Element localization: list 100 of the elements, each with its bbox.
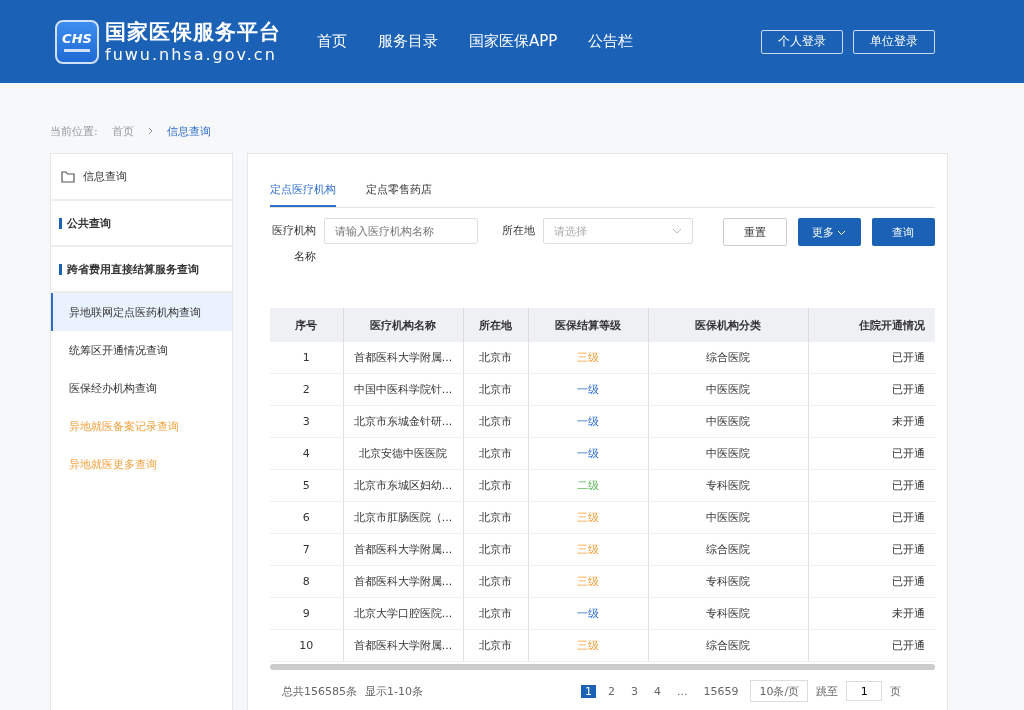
search-button[interactable]: 查询 — [871, 218, 935, 246]
table-cell: 北京安德中医医院 — [343, 437, 463, 470]
grade-text: 三级 — [577, 575, 599, 588]
table-cell: 北京市 — [463, 437, 528, 470]
table-cell: 10 — [270, 629, 343, 662]
login-button[interactable]: 个人登录 — [761, 29, 843, 54]
column-header: 序号 — [270, 308, 343, 342]
table-cell: 北京市 — [463, 373, 528, 406]
table-cell: 北京市 — [463, 342, 528, 374]
grade-text: 三级 — [577, 543, 599, 556]
table-cell: 专科医院 — [648, 597, 808, 630]
page-button[interactable]: 4 — [649, 684, 665, 698]
jump-label: 跳至 — [816, 683, 839, 699]
more-button[interactable]: 更多 — [797, 218, 861, 246]
table-cell: 已开通 — [808, 373, 935, 406]
table-cell: 北京大学口腔医院... — [343, 597, 463, 630]
sidebar-item[interactable]: 医保经办机构查询 — [51, 369, 232, 407]
table-cell: 7 — [270, 533, 343, 566]
table-cell: 已开通 — [808, 629, 935, 662]
range-text: 显示1-10条 — [365, 683, 423, 699]
grade-text: 三级 — [577, 511, 599, 524]
tab[interactable]: 定点医疗机构 — [270, 176, 336, 207]
column-header: 医疗机构名称 — [343, 308, 463, 342]
breadcrumb-prefix: 当前位置: — [50, 123, 98, 139]
logo-mark: CHS — [62, 31, 92, 46]
table-cell: 北京市 — [463, 501, 528, 534]
table-cell: 专科医院 — [648, 565, 808, 598]
grade-text: 三级 — [577, 351, 599, 364]
grade-text: 一级 — [577, 607, 599, 620]
table-cell: 北京市 — [463, 629, 528, 662]
chevron-down-icon — [672, 228, 683, 234]
nav-link[interactable]: 服务目录 — [378, 32, 438, 51]
sidebar-section[interactable]: 公共查询 — [51, 201, 232, 247]
table-cell: 北京市东城金针研... — [343, 405, 463, 438]
login-button[interactable]: 单位登录 — [853, 29, 935, 54]
table-cell: 北京市肛肠医院（... — [343, 501, 463, 534]
name-input-field[interactable]: 请输入医疗机构名称 — [324, 218, 479, 244]
table-cell: 6 — [270, 501, 343, 534]
table-cell: 已开通 — [808, 501, 935, 534]
grade-text: 二级 — [577, 479, 599, 492]
table-cell: 3 — [270, 405, 343, 438]
table-cell: 2 — [270, 373, 343, 406]
grade-text: 一级 — [577, 447, 599, 460]
folder-icon — [61, 170, 75, 183]
page-button[interactable]: 1 — [580, 684, 596, 698]
page-size-select[interactable]: 10条/页 — [750, 680, 809, 702]
table-cell: 首都医科大学附属... — [343, 565, 463, 598]
table-cell: 首都医科大学附属... — [343, 342, 463, 374]
table-cell: 北京市 — [463, 469, 528, 502]
table-cell: 已开通 — [808, 469, 935, 502]
table-cell: 未开通 — [808, 597, 935, 630]
tab[interactable]: 定点零售药店 — [366, 176, 432, 207]
table-cell: 中医医院 — [648, 437, 808, 470]
table-cell: 北京市 — [463, 533, 528, 566]
nav-link[interactable]: 首页 — [317, 32, 347, 51]
page-button[interactable]: 2 — [603, 684, 619, 698]
table-cell: 未开通 — [808, 405, 935, 438]
grade-text: 一级 — [577, 415, 599, 428]
logo-stripe — [64, 48, 90, 52]
table-cell: 1 — [270, 342, 343, 374]
chevron-right-icon — [147, 127, 153, 135]
table-cell: 中医医院 — [648, 501, 808, 534]
table-cell: 已开通 — [808, 437, 935, 470]
table-cell: 北京市东城区妇幼... — [343, 469, 463, 502]
table-cell: 中国中医科学院针... — [343, 373, 463, 406]
table-cell: 已开通 — [808, 533, 935, 566]
table-cell: 4 — [270, 437, 343, 470]
page-input-field[interactable]: 1 — [846, 681, 883, 701]
site-title: 国家医保服务平台 — [105, 18, 281, 45]
table-cell: 中医医院 — [648, 373, 808, 406]
field-label: 医疗机构名称 — [271, 223, 317, 265]
page-suffix: 页 — [890, 683, 902, 699]
sidebar-item[interactable]: 统筹区开通情况查询 — [51, 331, 232, 369]
table-cell: 综合医院 — [648, 533, 808, 566]
table-cell: 5 — [270, 469, 343, 502]
grade-text: 一级 — [577, 383, 599, 396]
table-cell: 首都医科大学附属... — [343, 533, 463, 566]
page-button[interactable]: 3 — [626, 684, 642, 698]
nav-link[interactable]: 公告栏 — [588, 32, 634, 51]
reset-button[interactable]: 重置 — [723, 218, 787, 246]
table-cell: 北京市 — [463, 565, 528, 598]
sidebar-item[interactable]: 异地联网定点医药机构查询 — [51, 293, 232, 331]
table-cell: 8 — [270, 565, 343, 598]
page-button[interactable]: ... — [672, 684, 692, 698]
site-url: fuwu.nhsa.gov.cn — [105, 44, 278, 65]
table-cell: 已开通 — [808, 565, 935, 598]
table-cell: 专科医院 — [648, 469, 808, 502]
column-header: 所在地 — [463, 308, 528, 342]
sidebar-title: 信息查询 — [83, 169, 127, 184]
column-header: 住院开通情况 — [808, 308, 935, 342]
grade-text: 三级 — [577, 639, 599, 652]
table-cell: 北京市 — [463, 405, 528, 438]
table-cell: 中医医院 — [648, 405, 808, 438]
field-label: 所在地 — [500, 223, 535, 239]
table-cell: 北京市 — [463, 597, 528, 630]
nav-link[interactable]: 国家医保APP — [469, 32, 558, 51]
page-button[interactable]: 15659 — [699, 684, 743, 698]
table-cell: 综合医院 — [648, 342, 808, 374]
breadcrumb-link[interactable]: 信息查询 — [166, 123, 211, 139]
chevron-down-icon — [837, 229, 847, 236]
